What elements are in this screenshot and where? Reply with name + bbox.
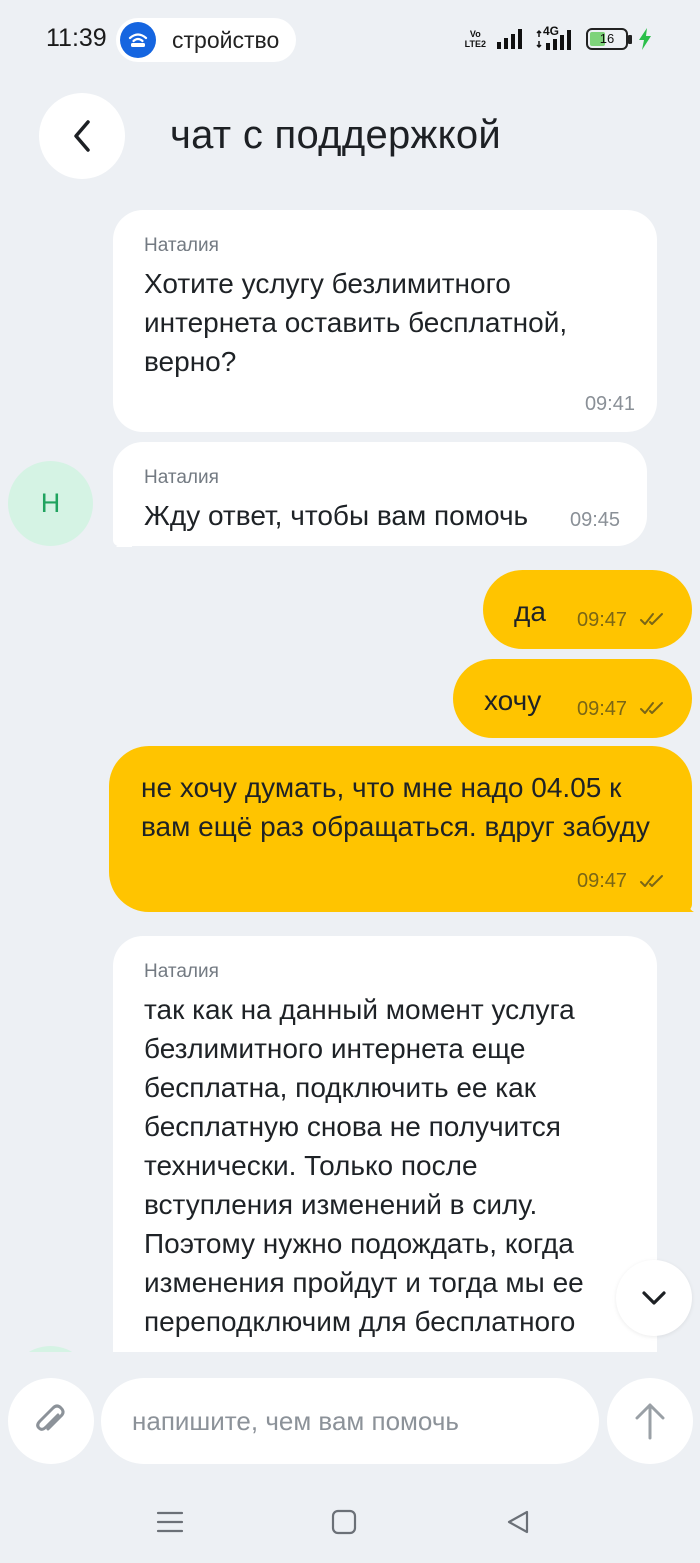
bubble-tail [116, 531, 132, 547]
arrow-up-icon [635, 1403, 665, 1440]
read-ticks-icon [640, 875, 663, 887]
avatar: Н [8, 461, 93, 546]
send-button[interactable] [607, 1378, 693, 1464]
page-title: чат с поддержкой [170, 113, 502, 157]
square-icon [331, 1509, 357, 1535]
message-input[interactable] [101, 1378, 599, 1464]
paperclip-icon [36, 1404, 65, 1431]
wifi-router-icon [120, 22, 156, 58]
message-text: Жду ответ, чтобы вам помочь [144, 500, 529, 531]
attach-button[interactable] [8, 1378, 94, 1464]
system-nav-bar [0, 1480, 700, 1563]
notification-text: стройство [172, 26, 280, 53]
message-time: 09:47 [577, 609, 628, 631]
message-text: да [514, 596, 546, 627]
message-text: хочу [484, 685, 542, 716]
sender-name: Наталия [144, 961, 219, 982]
status-time: 11:39 [46, 24, 107, 52]
back-nav-button[interactable] [496, 1500, 540, 1544]
charging-icon [639, 28, 651, 50]
status-bar: 11:39 стройство Vo LTE2 4G 16 [0, 0, 700, 80]
scroll-down-button[interactable] [616, 1260, 692, 1336]
sender-name: Наталия [144, 235, 219, 256]
message-time: 09:47 [577, 870, 628, 892]
message-time: 09:41 [584, 393, 635, 415]
sender-name: Наталия [144, 467, 219, 488]
message-time: 09:45 [570, 509, 621, 531]
battery-level: 16 [599, 31, 615, 46]
outgoing-message[interactable]: хочу 09:47 [453, 659, 692, 738]
read-ticks-icon [640, 613, 663, 625]
signal-icon [497, 29, 522, 49]
back-button[interactable] [39, 93, 125, 179]
network-4g-icon: 4G [536, 24, 576, 51]
message-text: не хочу думать, что мне надо 04.05 к вам… [141, 772, 650, 842]
message-time: 09:47 [577, 698, 628, 720]
home-button[interactable] [322, 1500, 366, 1544]
bubble-tail [682, 896, 694, 912]
message-text: Хотите услугу безлимитного интернета ост… [144, 268, 568, 377]
chevron-down-icon [642, 1291, 666, 1305]
battery-icon: 16 [586, 28, 632, 50]
incoming-message[interactable]: Наталия Жду ответ, чтобы вам помочь 09:4… [113, 442, 647, 546]
triangle-back-icon [507, 1510, 529, 1534]
recents-button[interactable] [148, 1500, 192, 1544]
message-text: так как на данный момент услуга безлимит… [144, 994, 584, 1337]
chevron-left-icon [74, 120, 90, 152]
menu-icon [156, 1511, 184, 1533]
incoming-message[interactable]: Наталия Хотите услугу безлимитного интер… [113, 210, 657, 432]
notification-pill[interactable]: стройство [116, 18, 296, 62]
volte-icon: Vo LTE2 [464, 29, 486, 49]
status-icons: Vo LTE2 4G 16 [464, 24, 652, 51]
incoming-message[interactable]: Наталия так как на данный момент услуга … [113, 936, 657, 1396]
outgoing-message[interactable]: да 09:47 [483, 570, 692, 649]
outgoing-message[interactable]: не хочу думать, что мне надо 04.05 к вам… [109, 746, 692, 912]
read-ticks-icon [640, 702, 663, 714]
